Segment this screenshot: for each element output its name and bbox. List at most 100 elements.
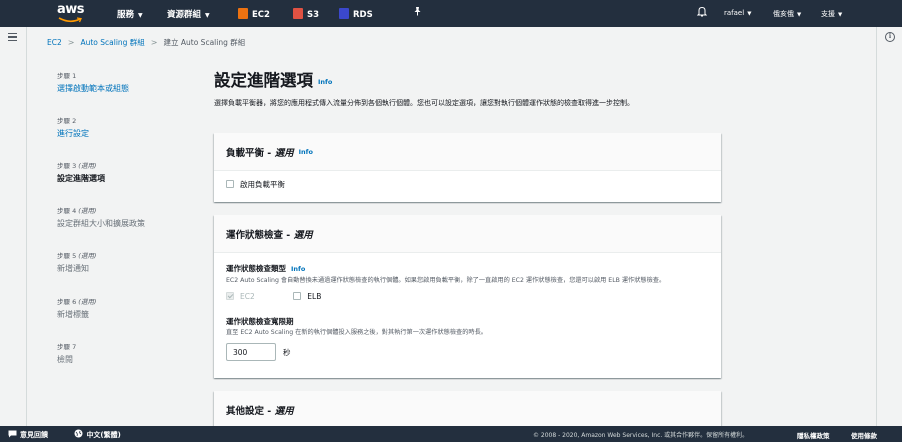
chevron-down-icon: ▼ xyxy=(797,12,802,18)
checkbox-label: EC2 xyxy=(240,292,255,301)
rds-icon xyxy=(339,8,349,19)
card-header: 運作狀態檢查 - 選用 xyxy=(214,215,721,253)
ec2-icon xyxy=(238,8,248,19)
wizard-step-7: 步驟 7 檢閱 xyxy=(57,341,197,365)
wizard-step-5: 步驟 5 (選用) 新增通知 xyxy=(57,250,197,274)
checkbox-label: 啟用負載平衡 xyxy=(240,180,285,189)
support-menu[interactable]: 支援 ▼ xyxy=(821,9,842,19)
enable-load-balancing-checkbox[interactable]: 啟用負載平衡 xyxy=(226,180,285,189)
globe-icon xyxy=(74,429,83,438)
wizard-step-2: 步驟 2 進行設定 xyxy=(57,115,197,139)
step-number: 步驟 5 (選用) xyxy=(57,252,97,260)
info-link[interactable]: Info xyxy=(299,148,313,156)
pin-shortcuts-button[interactable] xyxy=(413,6,422,19)
left-panel-divider xyxy=(26,27,27,426)
services-menu[interactable]: 服務 ▼ xyxy=(117,8,143,20)
speech-bubble-icon xyxy=(8,430,17,438)
step-number: 步驟 4 (選用) xyxy=(57,207,97,215)
grace-period-field: 運作狀態檢查寬限期 直至 EC2 Auto Scaling 在新的執行個體投入服… xyxy=(226,316,709,361)
step-link-choose-template[interactable]: 選擇啟動範本或組態 xyxy=(57,83,197,94)
info-link[interactable]: Info xyxy=(291,265,305,273)
rds-shortcut[interactable]: RDS xyxy=(339,8,373,20)
field-description: 直至 EC2 Auto Scaling 在新的執行個體投入服務之後，對其執行第一… xyxy=(226,329,487,336)
chevron-down-icon: ▼ xyxy=(138,12,143,19)
support-label: 支援 xyxy=(821,10,835,18)
health-check-type-field: 運作狀態檢查類型 Info EC2 Auto Scaling 會自動替換未通過運作… xyxy=(226,263,709,301)
help-panel-info-icon[interactable]: i xyxy=(885,32,895,42)
footer-left: 意見回饋 中文(繁體) xyxy=(8,429,145,440)
region-name: 俄亥俄 xyxy=(773,10,794,18)
resource-groups-menu[interactable]: 資源群組 ▼ xyxy=(167,8,210,20)
card-header: 負載平衡 - 選用 Info xyxy=(214,133,721,171)
field-label: 運作狀態檢查寬限期 xyxy=(226,317,294,326)
step-number: 步驟 1 xyxy=(57,72,77,80)
other-settings-card: 其他設定 - 選用 xyxy=(214,391,721,426)
region-menu[interactable]: 俄亥俄 ▼ xyxy=(773,9,801,19)
chevron-right-icon: > xyxy=(67,38,75,47)
elb-health-check-checkbox[interactable]: ELB xyxy=(293,292,321,301)
breadcrumb-auto-scaling-groups[interactable]: Auto Scaling 群組 xyxy=(80,38,144,47)
seconds-unit: 秒 xyxy=(283,347,291,357)
checkbox-box-checked-disabled xyxy=(226,292,234,300)
privacy-policy-link[interactable]: 隱私權政策 xyxy=(797,430,830,440)
step-label-group-size: 設定群組大小和擴展政策 xyxy=(57,219,145,228)
step-number: 步驟 3 (選用) xyxy=(57,162,97,170)
step-number: 步驟 6 (選用) xyxy=(57,298,97,306)
resource-groups-label: 資源群組 xyxy=(167,10,202,20)
card-title: 運作狀態檢查 - 選用 xyxy=(226,229,313,241)
card-title: 其他設定 - 選用 xyxy=(226,406,294,417)
aws-logo[interactable]: aws xyxy=(57,2,85,23)
breadcrumb-current: 建立 Auto Scaling 群組 xyxy=(163,38,246,47)
ec2-health-check-checkbox: EC2 xyxy=(226,292,257,301)
grace-period-input[interactable]: 300 xyxy=(226,343,276,361)
pin-icon xyxy=(414,7,421,16)
step-number: 步驟 7 xyxy=(57,343,77,351)
account-menu[interactable]: rafael ▼ xyxy=(724,9,751,17)
step-label-notifications: 新增通知 xyxy=(57,264,89,273)
wizard-step-6: 步驟 6 (選用) 新增標籤 xyxy=(57,296,197,320)
page-title-text: 設定進階選項 xyxy=(214,71,313,90)
load-balancing-card: 負載平衡 - 選用 Info 啟用負載平衡 xyxy=(214,133,721,202)
s3-label: S3 xyxy=(307,10,320,20)
aws-logo-text: aws xyxy=(57,2,85,17)
step-link-configure[interactable]: 進行設定 xyxy=(57,128,197,139)
language-selector[interactable]: 中文(繁體) xyxy=(74,429,132,439)
breadcrumb-ec2[interactable]: EC2 xyxy=(47,38,62,47)
step-label-tags: 新增標籤 xyxy=(57,310,89,319)
s3-shortcut[interactable]: S3 xyxy=(293,8,319,20)
notifications-button[interactable] xyxy=(696,6,708,19)
field-label: 運作狀態檢查類型 xyxy=(226,264,286,273)
aws-smile-icon xyxy=(58,17,82,23)
checkbox-box[interactable] xyxy=(293,292,302,300)
page-title: 設定進階選項 Info xyxy=(214,67,332,91)
footer-bar: 意見回饋 中文(繁體) © 2008 - 2020, Amazon Web Se… xyxy=(0,426,902,442)
chevron-right-icon: > xyxy=(150,38,158,47)
checkbox-label: ELB xyxy=(307,292,322,301)
step-current-advanced-options: 設定進階選項 xyxy=(57,174,105,183)
card-body: 啟用負載平衡 xyxy=(214,171,721,200)
info-link[interactable]: Info xyxy=(318,78,332,86)
checkbox-box[interactable] xyxy=(226,180,234,188)
copyright-text: © 2008 - 2020, Amazon Web Services, Inc.… xyxy=(533,432,749,439)
ec2-label: EC2 xyxy=(252,10,270,20)
card-body: 運作狀態檢查類型 Info EC2 Auto Scaling 會自動替換未通過運作… xyxy=(214,253,721,371)
rds-label: RDS xyxy=(353,10,373,20)
wizard-step-4: 步驟 4 (選用) 設定群組大小和擴展政策 xyxy=(57,205,197,229)
hamburger-menu-icon[interactable] xyxy=(8,33,17,43)
chevron-down-icon: ▼ xyxy=(747,11,752,17)
card-title: 負載平衡 - 選用 xyxy=(226,147,294,159)
wizard-step-1: 步驟 1 選擇啟動範本或組態 xyxy=(57,70,197,94)
top-navigation-bar: aws 服務 ▼ 資源群組 ▼ EC2 S3 RDS rafael ▼ 俄亥俄 ▼ xyxy=(0,0,902,27)
feedback-button[interactable]: 意見回饋 xyxy=(8,430,62,439)
page-description: 選擇負載平衡器，將您的應用程式傳入流量分佈到各個執行個體。您也可以設定選項，讓您… xyxy=(214,99,634,107)
bell-icon xyxy=(696,6,708,17)
s3-icon xyxy=(293,8,303,19)
chevron-down-icon: ▼ xyxy=(205,12,210,19)
health-checks-card: 運作狀態檢查 - 選用 運作狀態檢查類型 Info EC2 Auto Scalin… xyxy=(214,215,721,378)
ec2-shortcut[interactable]: EC2 xyxy=(238,8,270,20)
terms-of-use-link[interactable]: 使用條款 xyxy=(851,430,877,440)
step-number: 步驟 2 xyxy=(57,117,77,125)
step-label-review: 檢閱 xyxy=(57,355,73,364)
account-name: rafael xyxy=(724,9,745,17)
breadcrumb: EC2 > Auto Scaling 群組 > 建立 Auto Scaling 群組 xyxy=(47,37,245,48)
